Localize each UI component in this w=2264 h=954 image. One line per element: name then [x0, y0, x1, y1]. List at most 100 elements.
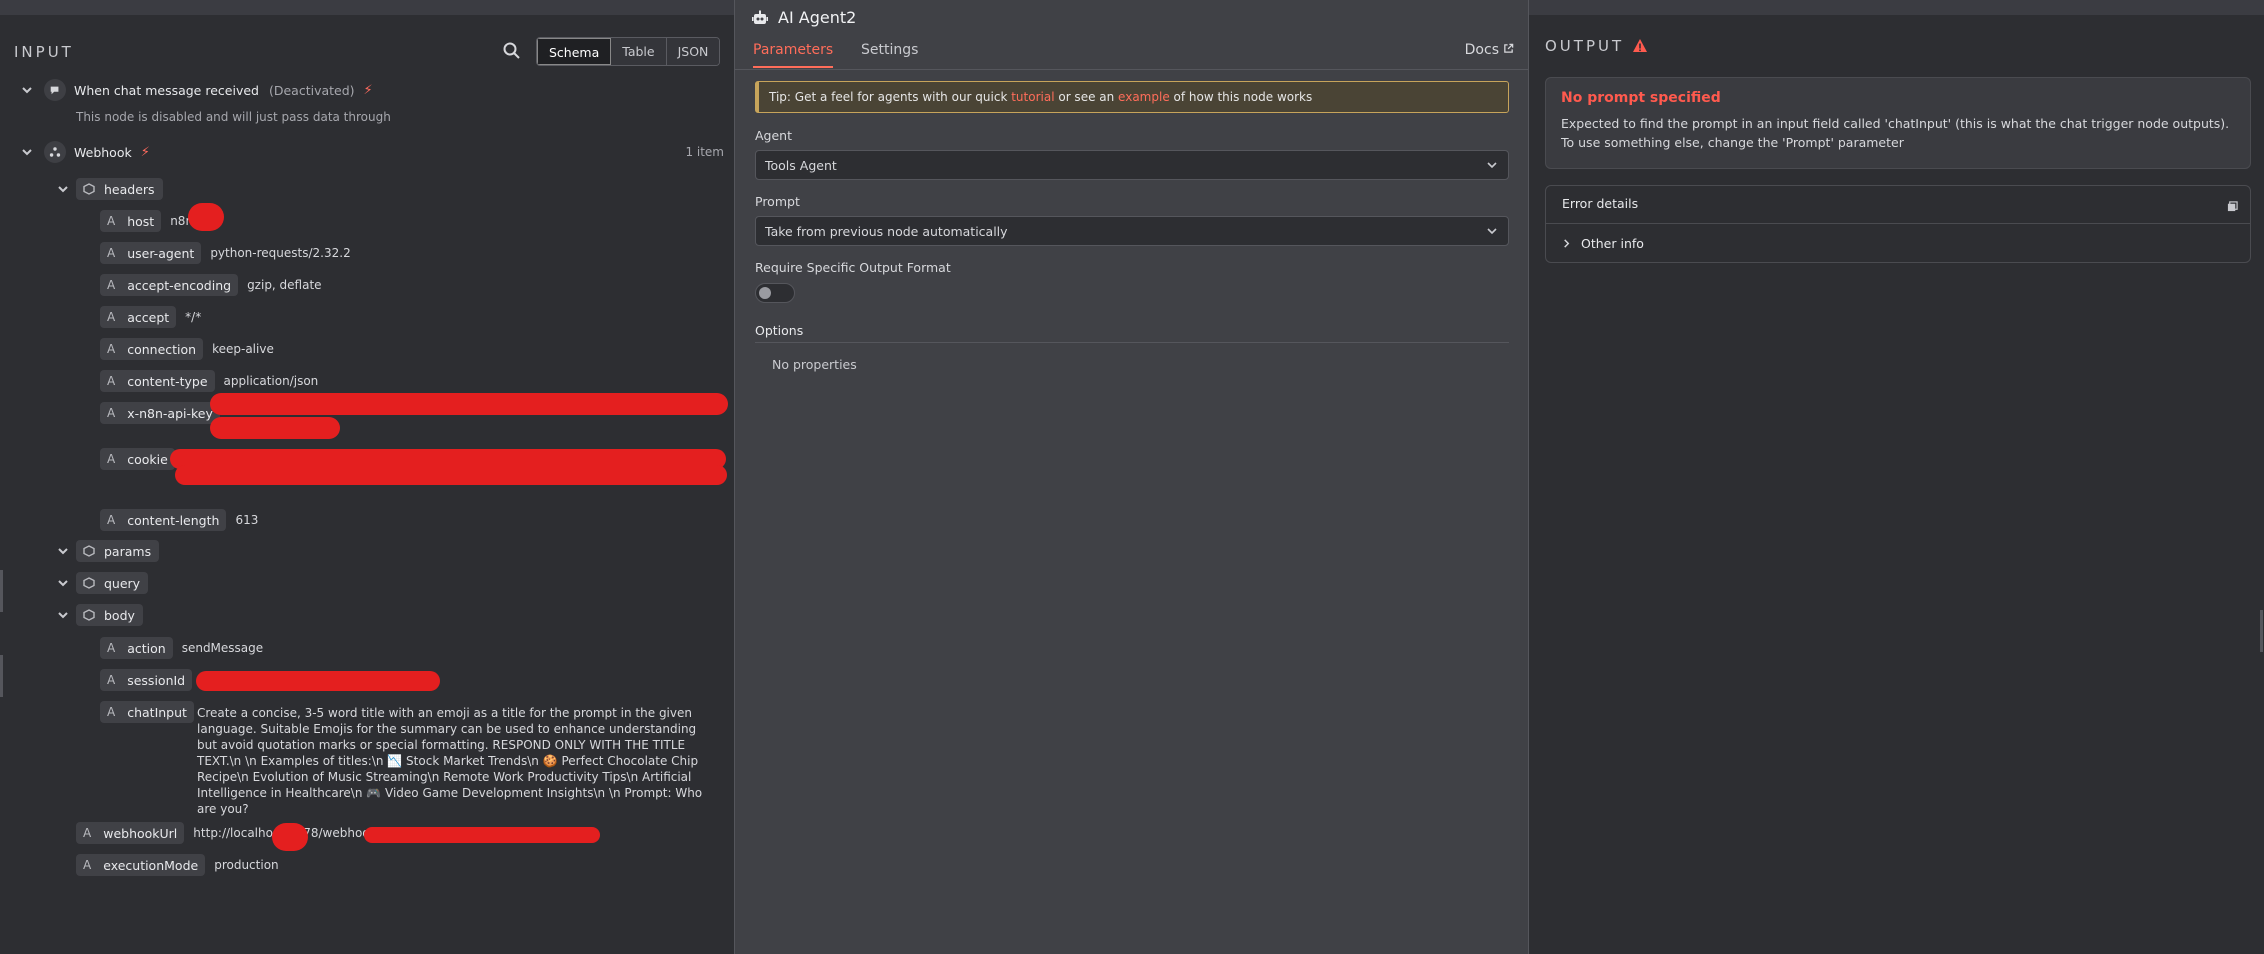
chevron-down-icon[interactable]: [56, 576, 70, 590]
string-type-icon: A: [107, 705, 116, 719]
tip-text: of how this node works: [1169, 90, 1313, 104]
string-type-icon: A: [107, 374, 116, 388]
view-tab-table[interactable]: Table: [611, 38, 667, 65]
key-label: content-length: [127, 512, 220, 528]
chevron-down-icon[interactable]: [56, 544, 70, 558]
object-pill: query: [76, 572, 149, 594]
string-type-icon: A: [107, 278, 116, 292]
key-pill: Acontent-type: [100, 370, 215, 392]
robot-icon: [751, 9, 769, 27]
options-header: Options: [755, 323, 1509, 343]
panel-edge-handle[interactable]: [0, 570, 3, 612]
object-pill: headers: [76, 178, 163, 200]
output-panel: OUTPUT No prompt specified Expected to f…: [1529, 15, 2264, 954]
query-row[interactable]: query: [56, 571, 149, 595]
chevron-down-icon[interactable]: [20, 83, 34, 97]
webhook-node-name: Webhook: [74, 144, 132, 160]
execution-mode-row: AexecutionMode production: [76, 853, 279, 877]
cube-icon: [82, 544, 96, 558]
object-pill: body: [76, 604, 143, 626]
node-title: AI Agent2: [778, 8, 857, 27]
example-link[interactable]: example: [1118, 90, 1170, 104]
object-pill: params: [76, 540, 160, 562]
error-details-label: Error details: [1562, 196, 1639, 211]
no-properties-text: No properties: [772, 357, 857, 372]
body-field-row: AsessionId: [100, 668, 201, 692]
docs-label: Docs: [1464, 42, 1499, 58]
chevron-down-icon[interactable]: [56, 182, 70, 196]
chevron-down-icon[interactable]: [56, 608, 70, 622]
chat-node-note: This node is disabled and will just pass…: [76, 110, 391, 124]
key-label: connection: [127, 341, 197, 357]
value-text: application/json: [223, 374, 319, 388]
tip-text: or see an: [1054, 90, 1119, 104]
value-text: sendMessage: [181, 641, 264, 655]
panel-edge-handle[interactable]: [2260, 610, 2263, 652]
chevron-right-icon: [1562, 236, 1571, 251]
agent-value: Tools Agent: [765, 158, 837, 173]
agent-label: Agent: [755, 128, 792, 143]
panel-edge-handle[interactable]: [0, 655, 3, 697]
tip-banner: Tip: Get a feel for agents with our quic…: [755, 81, 1509, 113]
node-title-bar: AI Agent2: [751, 8, 856, 27]
error-title: No prompt specified: [1561, 90, 1721, 106]
string-type-icon: A: [107, 246, 116, 260]
key-label: accept: [127, 309, 170, 325]
value-text: gzip, deflate: [247, 278, 322, 292]
docs-link[interactable]: Docs: [1465, 42, 1514, 58]
string-type-icon: A: [107, 673, 116, 687]
external-link-icon: [1503, 42, 1514, 58]
view-tab-schema[interactable]: Schema: [537, 38, 612, 65]
tutorial-link[interactable]: tutorial: [1011, 90, 1054, 104]
key-label: x-n8n-api-key: [127, 405, 213, 421]
output-title: OUTPUT: [1545, 37, 1625, 55]
other-info-row[interactable]: Other info: [1546, 224, 2250, 263]
header-row: Aaccept-encoding gzip, deflate: [100, 273, 322, 297]
chat-node-name: When chat message received: [74, 82, 259, 98]
headers-row[interactable]: headers: [56, 177, 163, 201]
string-type-icon: A: [107, 406, 116, 420]
webhook-node-row[interactable]: Webhook ⚡ 1 item: [20, 140, 724, 164]
chat-node-status: (Deactivated): [268, 82, 355, 98]
string-type-icon: A: [107, 214, 116, 228]
node-panel: AI Agent2 Parameters Settings Docs Tip: …: [734, 0, 1529, 954]
redaction: [196, 671, 440, 691]
value-text: */*: [185, 310, 202, 324]
key-pill: Aconnection: [100, 338, 204, 360]
chat-node-row[interactable]: When chat message received (Deactivated)…: [20, 78, 373, 102]
copy-icon[interactable]: [2227, 200, 2238, 212]
params-row[interactable]: params: [56, 539, 160, 563]
params-label: params: [104, 543, 152, 559]
chevron-down-icon[interactable]: [20, 145, 34, 159]
key-pill: AwebhookUrl: [76, 822, 185, 844]
prompt-select[interactable]: Take from previous node automatically: [755, 216, 1509, 246]
output-format-toggle[interactable]: [755, 283, 795, 303]
tab-settings[interactable]: Settings: [861, 42, 918, 66]
item-count: 1 item: [685, 145, 724, 159]
input-panel: INPUT Schema Table JSON When chat messag…: [0, 15, 734, 954]
key-label: accept-encoding: [127, 277, 232, 293]
other-info-label: Other info: [1581, 236, 1644, 251]
header-row: Acontent-type application/json: [100, 369, 318, 393]
node-tabs: Parameters Settings Docs: [735, 38, 1528, 70]
redaction: [188, 203, 224, 231]
key-pill: AchatInput: [100, 701, 194, 723]
key-label: cookie: [127, 451, 168, 467]
body-row[interactable]: body: [56, 603, 143, 627]
body-field-row: Aaction sendMessage: [100, 636, 263, 660]
key-label: webhookUrl: [103, 825, 178, 841]
string-type-icon: A: [107, 452, 116, 466]
cube-icon: [82, 576, 96, 590]
string-type-icon: A: [83, 826, 92, 840]
cube-icon: [82, 182, 96, 196]
view-tab-json[interactable]: JSON: [666, 38, 720, 65]
tab-parameters[interactable]: Parameters: [753, 42, 834, 68]
error-message: Expected to find the prompt in an input …: [1561, 116, 2230, 150]
body-label: body: [104, 607, 135, 623]
search-icon[interactable]: [502, 41, 522, 61]
header-row: Auser-agent python-requests/2.32.2: [100, 241, 351, 265]
bolt-icon: ⚡: [363, 82, 373, 98]
tip-text: Tip: Get a feel for agents with our quic…: [769, 90, 1012, 104]
agent-select[interactable]: Tools Agent: [755, 150, 1509, 180]
key-pill: AsessionId: [100, 669, 193, 691]
